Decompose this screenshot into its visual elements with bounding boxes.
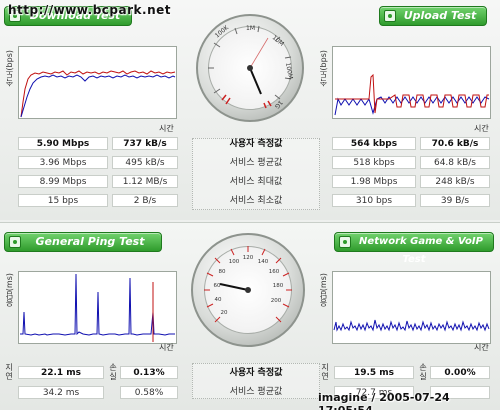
ping-loss-current: 0.13% [120, 366, 178, 379]
upload-chart-plot [334, 73, 490, 116]
speed-gauge-tick: 10M [271, 34, 285, 48]
speed-gauge-tick: 100M [284, 62, 294, 80]
download-bps-current: 5.90 Mbps [18, 137, 108, 150]
upload-x-label: 시간 [474, 124, 489, 133]
upload-bps-current: 564 kbps [332, 137, 416, 150]
game-latency-label: 지연 [321, 363, 329, 381]
download-y-label: 속도(bps) [5, 50, 14, 87]
ping-series-blue [20, 273, 175, 336]
ping-gauge-dial: 20 40 60 80 100 120 140 160 180 200 [204, 246, 292, 323]
speed-gauge-needle [249, 67, 262, 95]
ping-row-label-avg: 서비스 평균값 [229, 387, 283, 397]
ping-loss-avg: 0.58% [120, 386, 178, 399]
ping-gauge-tick: 140 [258, 259, 269, 265]
ping-gauge-tick: 100 [229, 259, 240, 265]
speed-test-panel: Download Test Upload Test 속도(bps) 시간 속도(… [0, 0, 500, 220]
game-loss-label: 손실 [419, 363, 427, 381]
ping-gauge-tick: 60 [214, 283, 221, 289]
tab-network-game-voip-test[interactable]: Network Game & VoIP Test [334, 232, 494, 265]
tab-general-ping-test[interactable]: General Ping Test [4, 232, 162, 252]
speed-gauge: 100K 1M 10M 100M 1G [196, 14, 304, 122]
download-chart [18, 46, 177, 119]
ping-chart-plot [20, 273, 175, 342]
row-label-avg: 서비스 평균값 [229, 158, 283, 168]
upload-y-label: 속도(bps) [319, 50, 328, 87]
download-bps-min: 15 bps [18, 194, 108, 207]
game-chart [332, 271, 491, 344]
ping-x-label: 시간 [159, 343, 174, 352]
speed-gauge-tick: 1M [246, 25, 255, 32]
watermark-url: http://www.bcpark.net [8, 3, 171, 17]
speed-gauge-dial: 100K 1M 10M 100M 1G [208, 24, 294, 110]
ping-chart [18, 271, 177, 344]
row-label-max: 서비스 최대값 [229, 177, 283, 187]
row-label-min: 서비스 최소값 [229, 196, 283, 206]
speed-gauge-tick: 1G [273, 99, 284, 110]
tab-upload-test[interactable]: Upload Test [379, 6, 487, 26]
upload-bytes-max: 248 kB/s [420, 175, 490, 188]
radio-icon [9, 236, 21, 248]
ping-y-label: 응답(ms) [5, 273, 14, 308]
radio-icon [384, 10, 396, 22]
download-chart-plot [20, 70, 176, 118]
game-series-blue [333, 319, 490, 332]
upload-bytes-min: 39 B/s [420, 194, 490, 207]
ping-gauge-tick: 40 [215, 297, 222, 303]
ping-gauge: 20 40 60 80 100 120 140 160 180 200 [191, 233, 305, 347]
ping-gauge-tick: 200 [271, 298, 282, 304]
ping-gauge-tick: 120 [243, 255, 254, 261]
upload-bps-max: 1.98 Mbps [332, 175, 416, 188]
ping-gauge-tick: 80 [219, 269, 226, 275]
game-loss-current: 0.00% [430, 366, 490, 379]
speed-gauge-needle [249, 37, 269, 69]
download-series-blue [20, 74, 176, 118]
download-bytes-avg: 495 kB/s [112, 156, 178, 169]
ping-latency-label: 지연 [5, 363, 13, 381]
ping-gauge-tick: 160 [269, 269, 280, 275]
game-chart-plot [333, 319, 490, 332]
download-bytes-current: 737 kB/s [112, 137, 178, 150]
download-bytes-min: 2 B/s [112, 194, 178, 207]
upload-series-red [335, 73, 489, 114]
ping-gauge-tick: 20 [221, 310, 228, 316]
ping-row-label-user: 사용자 측정값 [229, 368, 283, 378]
download-bps-max: 8.99 Mbps [18, 175, 108, 188]
row-label-user: 사용자 측정값 [229, 139, 283, 149]
game-x-label: 시간 [474, 343, 489, 352]
ping-latency-current: 22.1 ms [18, 366, 104, 379]
ping-loss-label: 손실 [109, 363, 117, 381]
upload-chart [332, 46, 491, 119]
radio-icon [339, 236, 351, 248]
upload-bps-avg: 518 kbps [332, 156, 416, 169]
ping-test-panel: General Ping Test Network Game & VoIP Te… [0, 222, 500, 410]
download-x-label: 시간 [159, 124, 174, 133]
download-bytes-max: 1.12 MB/s [112, 175, 178, 188]
upload-bps-min: 310 bps [332, 194, 416, 207]
game-y-label: 응답(ms) [319, 273, 328, 308]
ping-latency-avg: 34.2 ms [18, 386, 104, 399]
download-bps-avg: 3.96 Mbps [18, 156, 108, 169]
speed-gauge-tick: 100K [214, 24, 231, 40]
ping-gauge-needle [219, 283, 249, 291]
upload-bytes-current: 70.6 kB/s [420, 137, 490, 150]
game-latency-current: 19.5 ms [334, 366, 414, 379]
ping-gauge-tick: 180 [273, 283, 284, 289]
watermark-timestamp: imagine / 2005-07-24 17:05:54 [318, 391, 450, 410]
upload-bytes-avg: 64.8 kB/s [420, 156, 490, 169]
